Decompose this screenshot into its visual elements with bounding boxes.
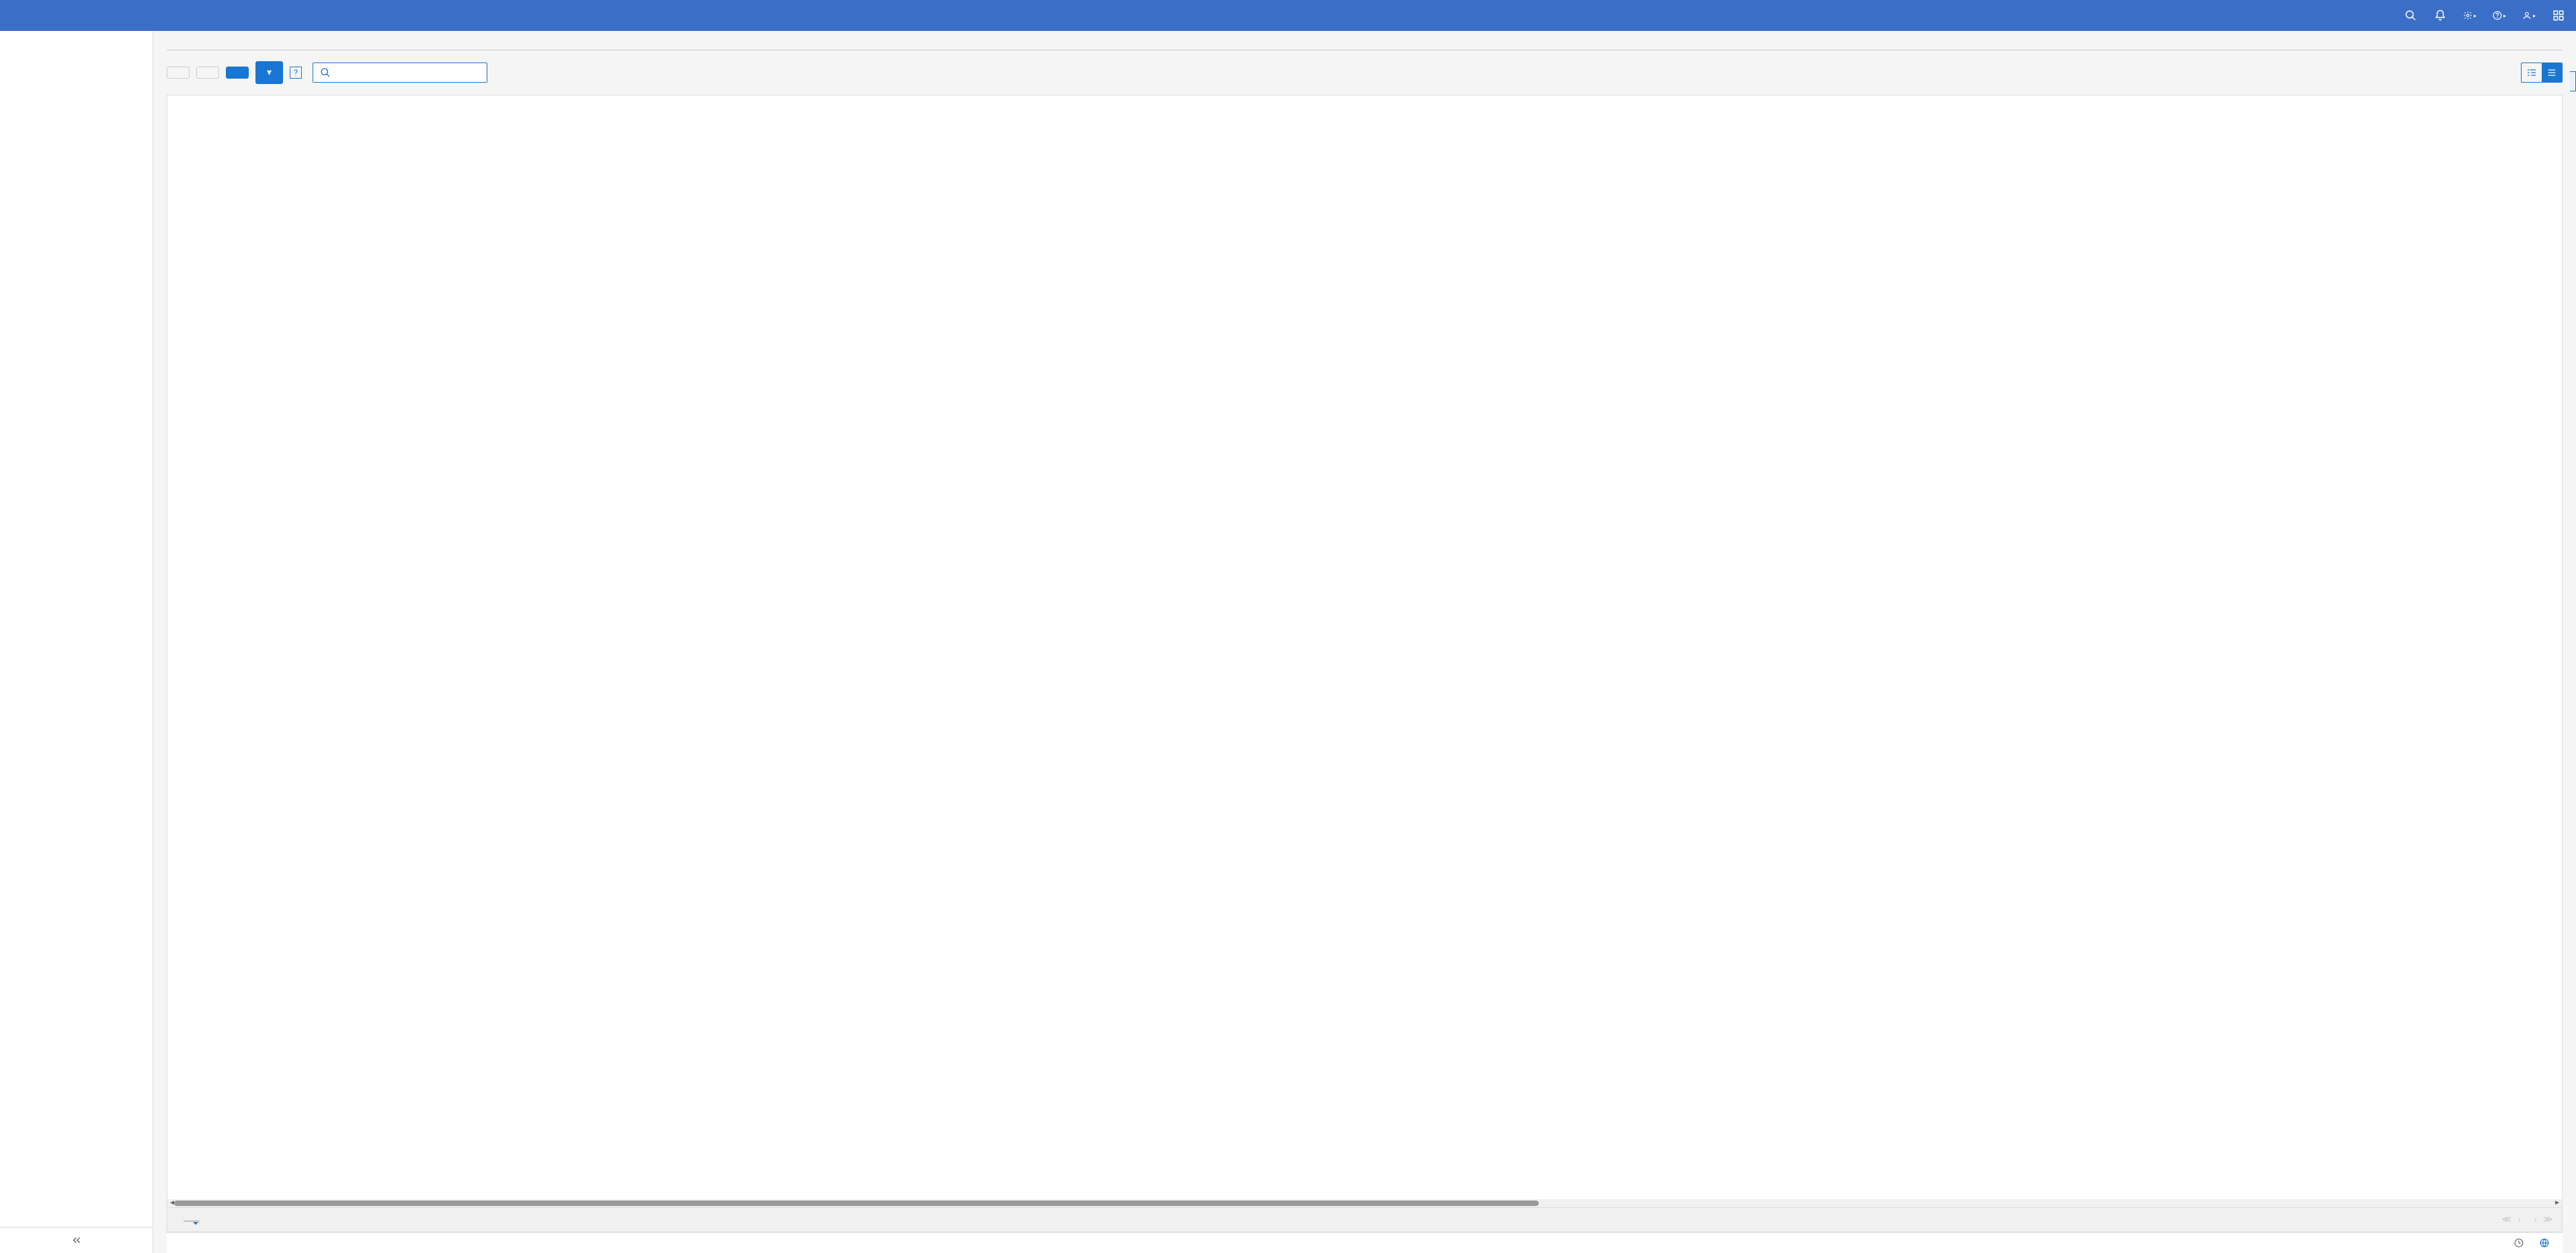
more-actions-button[interactable]: ▾ xyxy=(255,61,283,84)
datetime-display xyxy=(2514,1238,2528,1248)
user-icon[interactable]: ▸ xyxy=(2522,9,2536,22)
view-list-button[interactable] xyxy=(2542,63,2562,82)
view-tree-button[interactable] xyxy=(2522,63,2542,82)
sidebar xyxy=(0,31,153,1253)
search-icon[interactable] xyxy=(2404,9,2417,22)
globe-icon xyxy=(2540,1238,2549,1248)
page-first-button[interactable]: ≪ xyxy=(2502,1215,2511,1225)
bell-icon[interactable] xyxy=(2433,9,2447,22)
view-copies-button[interactable] xyxy=(196,67,219,79)
timezone-link[interactable] xyxy=(2540,1238,2552,1248)
page-prev-button[interactable]: ‹ xyxy=(2518,1215,2521,1225)
search-icon xyxy=(320,67,331,78)
page-size-select[interactable] xyxy=(184,1218,200,1221)
caret-down-icon: ▾ xyxy=(267,67,272,78)
gear-icon[interactable]: ▸ xyxy=(2463,9,2477,22)
question-icon: ? xyxy=(290,67,302,79)
export-button[interactable] xyxy=(226,67,249,79)
help-icon[interactable]: ▸ xyxy=(2493,9,2506,22)
help-protect-assets-link[interactable]: ? xyxy=(290,67,306,79)
main-content: ▾ ? xyxy=(153,31,2576,1253)
pagination-bar: ≪ ‹ › ≫ xyxy=(167,1207,2562,1231)
backup-now-button[interactable] xyxy=(167,67,190,79)
horizontal-scrollbar[interactable] xyxy=(167,1199,2562,1207)
toolbar: ▾ ? xyxy=(167,61,2563,84)
view-toggle xyxy=(2521,63,2563,83)
assets-table: ≪ ‹ › ≫ xyxy=(167,95,2563,1232)
page-last-button[interactable]: ≫ xyxy=(2543,1215,2552,1225)
clock-icon xyxy=(2514,1238,2524,1248)
apps-icon[interactable] xyxy=(2552,9,2565,22)
header-toolbar: ▸ ▸ ▸ xyxy=(2404,9,2565,22)
app-header: ▸ ▸ ▸ xyxy=(0,0,2576,31)
status-bar xyxy=(167,1232,2563,1253)
feedback-tab[interactable] xyxy=(2570,71,2576,91)
search-input[interactable] xyxy=(336,67,480,78)
sidebar-collapse-button[interactable] xyxy=(0,1227,153,1253)
page-next-button[interactable]: › xyxy=(2534,1215,2536,1225)
search-box[interactable] xyxy=(313,63,487,83)
